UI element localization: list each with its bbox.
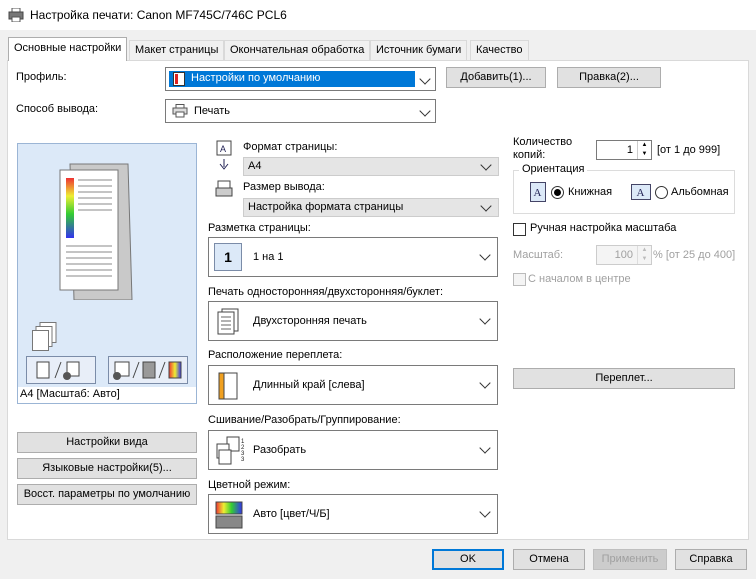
copies-label-line2: копий: [513, 149, 546, 161]
apply-button[interactable]: Применить [593, 549, 667, 570]
add-profile-button[interactable]: Добавить(1)... [446, 67, 546, 88]
chevron-down-icon [479, 506, 491, 518]
output-size-combo[interactable]: Настройка формата страницы [243, 198, 499, 217]
color-mode-combo[interactable]: Авто [цвет/Ч/Б] [208, 494, 498, 534]
chevron-down-icon [479, 313, 491, 325]
collate-value: Разобрать [253, 444, 307, 456]
output-method-combo[interactable]: Печать [165, 99, 436, 123]
chevron-down-icon [479, 377, 491, 389]
manual-scale-label: Ручная настройка масштаба [530, 222, 677, 234]
output-size-label: Размер вывода: [243, 181, 325, 193]
scale-range: % [от 25 до 400] [653, 249, 736, 261]
help-button[interactable]: Справка [675, 549, 747, 570]
svg-text:A: A [637, 187, 645, 199]
manual-scale-checkbox[interactable] [513, 223, 526, 236]
collate-label: Сшивание/Разобрать/Группирование: [208, 414, 401, 426]
profile-combo[interactable]: Настройки по умолчанию [165, 67, 436, 91]
ok-button[interactable]: OK [432, 549, 504, 570]
output-method-label: Способ вывода: [16, 103, 99, 115]
page-size-value: A4 [248, 160, 262, 172]
one-up-icon: 1 [214, 243, 242, 271]
view-page-button[interactable] [26, 356, 96, 384]
landscape-icon: A [631, 184, 651, 200]
layout-value: 1 на 1 [253, 251, 284, 263]
landscape-label: Альбомная [671, 186, 729, 198]
binding-label: Расположение переплета: [208, 349, 343, 361]
tab-basic-settings[interactable]: Основные настройки [8, 37, 128, 61]
center-checkbox[interactable] [513, 273, 526, 286]
portrait-icon: A [530, 182, 546, 202]
tab-paper-source[interactable]: Источник бумаги [370, 40, 468, 60]
restore-defaults-button[interactable]: Восст. параметры по умолчанию [17, 484, 197, 505]
tab-page-layout[interactable]: Макет страницы [129, 40, 225, 60]
tab-quality[interactable]: Качество [470, 40, 529, 60]
binding-edge-icon [218, 372, 238, 400]
language-settings-button[interactable]: Языковые настройки(5)... [17, 458, 197, 479]
chevron-down-icon [480, 159, 492, 171]
scale-value: 100 [614, 249, 633, 261]
color-mode-label: Цветной режим: [208, 479, 291, 491]
duplex-value: Двухсторонняя печать [253, 315, 367, 327]
binding-button[interactable]: Переплет... [513, 368, 735, 389]
duplex-icon [217, 308, 239, 335]
printer-icon [8, 8, 24, 22]
document-preview-image [59, 163, 133, 300]
orientation-legend: Ориентация [519, 163, 588, 175]
color-preview-icon [113, 361, 182, 380]
chevron-down-icon [419, 73, 431, 85]
edit-profile-button[interactable]: Правка(2)... [557, 67, 661, 88]
portrait-radio[interactable] [551, 186, 564, 199]
print-preview [17, 143, 197, 403]
collate-icon: 1233 [216, 436, 245, 465]
copies-label: Количество [513, 136, 573, 148]
color-mode-value: Авто [цвет/Ч/Б] [253, 508, 330, 520]
preview-caption: A4 [Масштаб: Авто] [17, 387, 197, 404]
collate-combo[interactable]: 1233 Разобрать [208, 430, 498, 470]
output-method-value: Печать [194, 105, 231, 117]
page-size-label: Формат страницы: [243, 141, 338, 153]
scale-input[interactable]: 100 ▲ ▼ [596, 245, 652, 265]
color-mode-icon [215, 501, 243, 529]
profile-label: Профиль: [16, 71, 67, 83]
chevron-down-icon [479, 442, 491, 454]
svg-text:3: 3 [241, 457, 245, 463]
svg-text:A: A [220, 144, 226, 154]
layout-combo[interactable]: 1 1 на 1 [208, 237, 498, 277]
svg-text:A: A [534, 187, 542, 199]
center-label: С началом в центре [528, 273, 631, 285]
duplex-preview-icon [36, 361, 80, 380]
page-size-combo[interactable]: A4 [243, 157, 499, 176]
profile-icon [173, 72, 185, 86]
scale-label: Масштаб: [513, 249, 564, 261]
page-size-icon: A [216, 140, 232, 170]
cancel-button[interactable]: Отмена [513, 549, 585, 570]
chevron-down-icon [480, 200, 492, 212]
window-title: Настройка печати: Canon MF745C/746C PCL6 [30, 8, 287, 22]
binding-value: Длинный край [слева] [253, 379, 365, 391]
copies-input[interactable]: 1 ▲ ▼ [596, 140, 652, 160]
profile-value: Настройки по умолчанию [191, 72, 321, 84]
spin-arrows-icon[interactable]: ▲ ▼ [637, 246, 651, 264]
landscape-radio[interactable] [655, 186, 668, 199]
duplex-label: Печать односторонняя/двухсторонняя/букле… [208, 286, 444, 298]
binding-combo[interactable]: Длинный край [слева] [208, 365, 498, 405]
view-settings-btn[interactable]: Настройки вида [17, 432, 197, 453]
output-size-value: Настройка формата страницы [248, 201, 404, 213]
duplex-combo[interactable]: Двухсторонняя печать [208, 301, 498, 341]
output-size-icon [215, 180, 233, 197]
copies-range: [от 1 до 999] [657, 144, 721, 156]
copies-value: 1 [626, 144, 633, 156]
chevron-down-icon [479, 249, 491, 261]
copies-stack-icon [32, 322, 57, 351]
spin-arrows-icon[interactable]: ▲ ▼ [637, 141, 651, 159]
printer-icon [172, 104, 188, 118]
tab-finishing[interactable]: Окончательная обработка [224, 40, 371, 60]
chevron-down-icon [419, 105, 431, 117]
layout-label: Разметка страницы: [208, 222, 311, 234]
view-settings-button[interactable] [108, 356, 188, 384]
portrait-label: Книжная [568, 186, 613, 198]
